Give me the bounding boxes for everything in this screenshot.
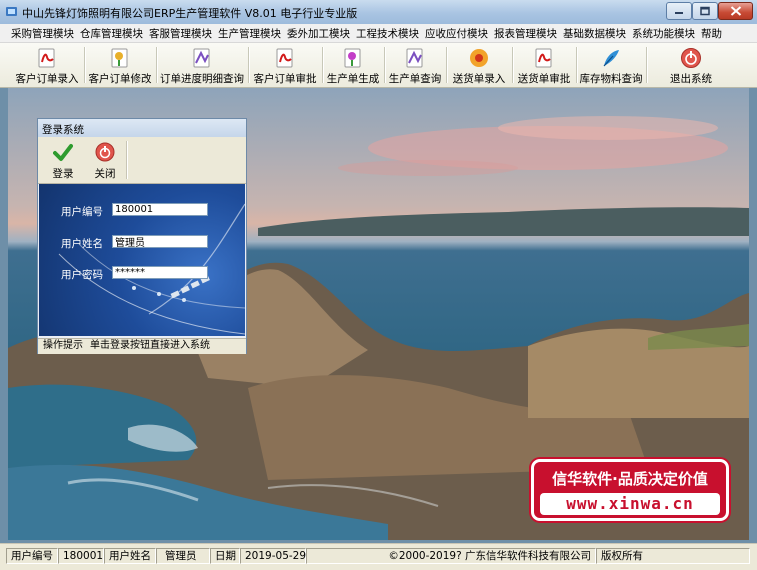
title-bar: 中山先锋灯饰照明有限公司ERP生产管理软件 V8.01 电子行业专业版 [0, 0, 757, 25]
promo-slogan: 信华软件·品质决定价值 [552, 470, 708, 488]
production-order-generate-button[interactable]: 生产单生成 [324, 44, 382, 86]
user-name-label: 用户姓名 [61, 238, 103, 250]
menu-engineering[interactable]: 工程技术模块 [356, 26, 419, 41]
status-user-id: 180001 [58, 548, 104, 564]
close-dialog-label: 关闭 [94, 168, 116, 180]
menu-outsourcing[interactable]: 委外加工模块 [287, 26, 350, 41]
order-approval-label: 客户订单审批 [253, 73, 317, 85]
flower-icon [344, 48, 361, 68]
production-order-query-button[interactable]: 生产单查询 [386, 44, 444, 86]
maximize-icon [700, 6, 710, 16]
status-date: 2019-05-29 [240, 548, 306, 564]
login-dialog: 登录系统 登录 关闭 用户编号 180001 用户姓名 管理员 用户密码 ***… [37, 118, 247, 354]
login-status-bar: 操作提示 单击登录按钮直接进入系统 [38, 338, 246, 354]
menu-basic-data[interactable]: 基础数据模块 [563, 26, 626, 41]
user-name-input[interactable] [112, 235, 208, 248]
toolbar-separator [646, 47, 648, 83]
user-id-input[interactable] [112, 203, 208, 216]
status-user-name: 管理员 [156, 548, 210, 564]
close-window-button[interactable] [718, 2, 753, 20]
exit-system-button[interactable]: 退出系统 [650, 44, 732, 86]
login-panel: 用户编号 用户姓名 用户密码 [39, 184, 245, 336]
password-label: 用户密码 [61, 269, 103, 281]
login-status-label: 操作提示 [43, 340, 83, 351]
login-dialog-title: 登录系统 [42, 124, 84, 136]
flower-icon [111, 48, 128, 68]
window-title: 中山先锋灯饰照明有限公司ERP生产管理软件 V8.01 电子行业专业版 [22, 7, 358, 20]
app-icon [6, 7, 17, 16]
order-modify-button[interactable]: 客户订单修改 [86, 44, 154, 86]
user-id-label: 用户编号 [61, 206, 103, 218]
delivery-note-entry-button[interactable]: 送货单录入 [448, 44, 510, 86]
promo-url: www.xinwa.cn [540, 493, 720, 515]
order-entry-button[interactable]: 客户订单录入 [10, 44, 84, 86]
pdf-icon [535, 48, 552, 68]
login-status-text: 单击登录按钮直接进入系统 [90, 340, 210, 351]
document-icon [406, 48, 423, 68]
status-bar: 用户编号 180001 用户姓名 管理员 日期 2019-05-29 ©2000… [0, 543, 757, 570]
menu-warehouse[interactable]: 仓库管理模块 [80, 26, 143, 41]
pdf-icon [276, 48, 293, 68]
exit-system-label: 退出系统 [670, 73, 712, 85]
inventory-query-label: 库存物料查询 [579, 73, 643, 85]
power-icon [95, 142, 115, 162]
close-dialog-button[interactable]: 关闭 [86, 140, 124, 180]
pdf-icon [38, 48, 55, 68]
close-icon [730, 6, 741, 16]
status-user-id-label: 用户编号 [6, 548, 58, 564]
login-button[interactable]: 登录 [44, 140, 82, 180]
menu-production[interactable]: 生产管理模块 [218, 26, 281, 41]
menu-reports[interactable]: 报表管理模块 [494, 26, 557, 41]
menu-bar: 采购管理模块 仓库管理模块 客服管理模块 生产管理模块 委外加工模块 工程技术模… [0, 24, 757, 43]
menu-purchase[interactable]: 采购管理模块 [11, 26, 74, 41]
document-icon [193, 48, 210, 68]
menu-help[interactable]: 帮助 [701, 26, 722, 41]
minimize-icon [675, 12, 683, 14]
login-toolbar: 登录 关闭 [38, 137, 246, 184]
promo-badge: 信华软件·品质决定价值 www.xinwa.cn [531, 459, 729, 521]
status-date-label: 日期 [210, 548, 240, 564]
checkmark-icon [53, 144, 73, 161]
order-progress-query-button[interactable]: 订单进度明细查询 [158, 44, 246, 86]
order-entry-label: 客户订单录入 [15, 73, 79, 85]
feather-icon [603, 50, 619, 67]
menu-receivable-payable[interactable]: 应收应付模块 [425, 26, 488, 41]
delivery-note-approval-button[interactable]: 送货单审批 [514, 44, 574, 86]
login-toolbar-separator [126, 141, 128, 179]
delivery-note-approval-label: 送货单审批 [517, 73, 571, 85]
exit-icon [681, 48, 701, 68]
menu-system[interactable]: 系统功能模块 [632, 26, 695, 41]
order-progress-query-label: 订单进度明细查询 [160, 73, 244, 85]
production-order-query-label: 生产单查询 [388, 73, 442, 85]
inventory-query-button[interactable]: 库存物料查询 [578, 44, 644, 86]
delivery-note-entry-label: 送货单录入 [452, 73, 506, 85]
login-button-label: 登录 [52, 168, 74, 180]
status-copyright: ©2000-2019? 广东信华软件科技有限公司 [306, 548, 596, 564]
order-approval-button[interactable]: 客户订单审批 [250, 44, 320, 86]
production-order-generate-label: 生产单生成 [326, 73, 380, 85]
maximize-button[interactable] [692, 2, 718, 20]
menu-customer-service[interactable]: 客服管理模块 [149, 26, 212, 41]
login-dialog-titlebar: 登录系统 [38, 119, 246, 138]
order-modify-label: 客户订单修改 [88, 73, 152, 85]
minimize-button[interactable] [666, 2, 692, 20]
status-rights: 版权所有 [596, 548, 750, 564]
password-input[interactable] [112, 266, 208, 279]
toolbar: 客户订单录入 客户订单修改 订单进度明细查询 客户订单审批 生产单生成 生产单查… [0, 43, 757, 88]
status-user-name-label: 用户姓名 [104, 548, 156, 564]
sun-flower-icon [470, 49, 488, 67]
